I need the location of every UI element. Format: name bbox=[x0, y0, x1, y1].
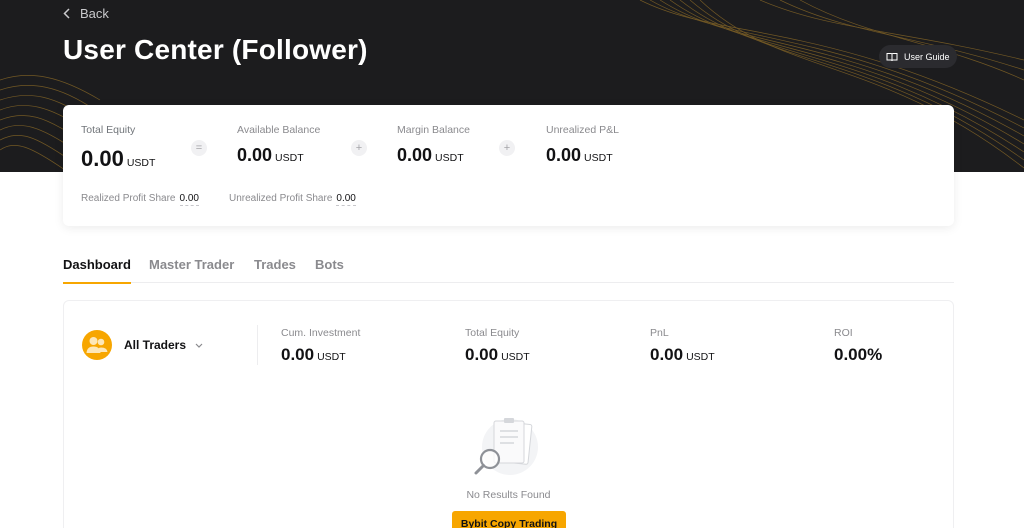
back-label: Back bbox=[80, 5, 109, 21]
stat-pnl-value-row: 0.00 USDT bbox=[650, 345, 715, 365]
margin-balance-label: Margin Balance bbox=[397, 124, 470, 136]
stat-total-equity-value: 0.00 bbox=[465, 345, 499, 364]
chevron-down-icon bbox=[195, 343, 203, 348]
total-equity-metric: Total Equity 0.00 USDT bbox=[81, 124, 155, 171]
realized-profit-share-label: Realized Profit Share bbox=[81, 193, 176, 204]
stat-cum-investment-value: 0.00 bbox=[281, 345, 315, 364]
unrealized-pnl-value: 0.00 bbox=[546, 145, 582, 165]
chevron-left-icon bbox=[63, 7, 70, 19]
unrealized-pnl-value-row: 0.00 USDT bbox=[546, 145, 613, 166]
book-icon bbox=[886, 52, 898, 61]
stat-cum-investment-value-row: 0.00 USDT bbox=[281, 345, 346, 365]
stat-pnl-label: PnL bbox=[650, 327, 669, 339]
tab-trades[interactable]: Trades bbox=[254, 257, 296, 283]
stat-cum-investment: Cum. Investment 0.00 USDT bbox=[281, 327, 361, 364]
realized-profit-share-value[interactable]: 0.00 bbox=[179, 193, 199, 206]
stat-total-equity: Total Equity 0.00 USDT bbox=[465, 327, 530, 364]
users-icon bbox=[86, 337, 108, 353]
page-title: User Center (Follower) bbox=[63, 34, 368, 65]
total-equity-value: 0.00 bbox=[81, 146, 124, 171]
plus-operator-1: + bbox=[351, 140, 367, 156]
available-balance-value: 0.00 bbox=[237, 145, 273, 165]
back-button[interactable]: Back bbox=[63, 5, 109, 21]
tab-bar: Dashboard Master Trader Trades Bots bbox=[63, 257, 954, 284]
traders-avatar bbox=[82, 330, 112, 360]
margin-balance-unit: USDT bbox=[435, 152, 464, 164]
unrealized-pnl-label: Unrealized P&L bbox=[546, 124, 619, 136]
plus-operator-2: + bbox=[499, 140, 515, 156]
stat-roi-value-row: 0.00% bbox=[834, 345, 882, 365]
margin-balance-metric: Margin Balance 0.00 USDT bbox=[397, 124, 470, 165]
stat-cum-investment-unit: USDT bbox=[317, 351, 346, 363]
unrealized-profit-share-value[interactable]: 0.00 bbox=[336, 193, 356, 206]
dashboard-panel: All Traders Cum. Investment 0.00 USDT Tot… bbox=[63, 300, 954, 528]
unrealized-profit-share-label: Unrealized Profit Share bbox=[229, 193, 333, 204]
available-balance-label: Available Balance bbox=[237, 124, 321, 136]
stat-roi-label: ROI bbox=[834, 327, 853, 339]
empty-state-text: No Results Found bbox=[466, 489, 551, 501]
stat-pnl: PnL 0.00 USDT bbox=[650, 327, 715, 364]
balance-summary-card: Total Equity 0.00 USDT = Available Balanc… bbox=[63, 105, 954, 226]
divider bbox=[257, 325, 258, 365]
stat-pnl-value: 0.00 bbox=[650, 345, 684, 364]
stat-cum-investment-label: Cum. Investment bbox=[281, 327, 361, 339]
traders-dropdown-label: All Traders bbox=[124, 338, 187, 352]
traders-dropdown[interactable]: All Traders bbox=[124, 338, 203, 352]
equals-operator: = bbox=[191, 140, 207, 156]
stat-total-equity-unit: USDT bbox=[501, 351, 530, 363]
total-equity-label: Total Equity bbox=[81, 124, 136, 136]
copy-trading-button[interactable]: Bybit Copy Trading bbox=[452, 511, 566, 528]
stat-pnl-unit: USDT bbox=[686, 351, 715, 363]
tab-master-trader[interactable]: Master Trader bbox=[149, 257, 234, 283]
available-balance-metric: Available Balance 0.00 USDT bbox=[237, 124, 321, 165]
tab-bots[interactable]: Bots bbox=[315, 257, 344, 283]
total-equity-unit: USDT bbox=[126, 157, 156, 169]
document-search-icon bbox=[474, 418, 538, 475]
unrealized-profit-share: Unrealized Profit Share 0.00 bbox=[229, 193, 356, 206]
stat-total-equity-label: Total Equity bbox=[465, 327, 520, 339]
tab-dashboard[interactable]: Dashboard bbox=[63, 257, 131, 284]
user-guide-label: User Guide bbox=[904, 51, 950, 62]
margin-balance-value: 0.00 bbox=[397, 145, 433, 165]
available-balance-unit: USDT bbox=[275, 152, 304, 164]
unrealized-pnl-unit: USDT bbox=[584, 152, 613, 164]
total-equity-value-row: 0.00 USDT bbox=[81, 146, 155, 172]
stat-total-equity-value-row: 0.00 USDT bbox=[465, 345, 530, 365]
user-guide-button[interactable]: User Guide bbox=[879, 45, 957, 68]
stat-roi: ROI 0.00% bbox=[834, 327, 882, 364]
margin-balance-value-row: 0.00 USDT bbox=[397, 145, 464, 166]
stat-roi-value: 0.00% bbox=[834, 345, 883, 364]
realized-profit-share: Realized Profit Share 0.00 bbox=[81, 193, 199, 206]
available-balance-value-row: 0.00 USDT bbox=[237, 145, 304, 166]
unrealized-pnl-metric: Unrealized P&L 0.00 USDT bbox=[546, 124, 619, 165]
